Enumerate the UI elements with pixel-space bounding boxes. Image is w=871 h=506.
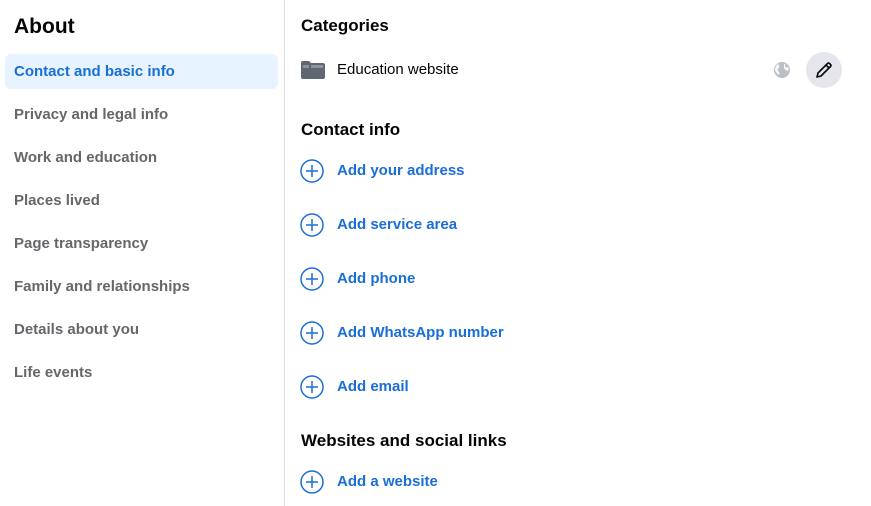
- plus-circle-icon: [300, 213, 324, 237]
- contact-info-heading: Contact info: [301, 120, 401, 139]
- about-content: Categories Education website Contact inf…: [286, 0, 871, 506]
- edit-category-button[interactable]: [806, 52, 842, 88]
- add-address-label: Add your address: [337, 162, 465, 179]
- sidebar-nav: Contact and basic info Privacy and legal…: [5, 54, 278, 398]
- add-service-area-label: Add service area: [337, 216, 458, 233]
- sidebar-item-page-transparency[interactable]: Page transparency: [5, 226, 278, 261]
- plus-circle-icon: [300, 159, 324, 183]
- sidebar-item-contact-and-basic-info[interactable]: Contact and basic info: [5, 54, 278, 89]
- add-email-label: Add email: [337, 378, 409, 395]
- add-whatsapp-label: Add WhatsApp number: [337, 324, 504, 341]
- plus-circle-icon: [300, 267, 324, 291]
- sidebar-item-work-and-education[interactable]: Work and education: [5, 140, 278, 175]
- sidebar-item-family-and-relationships[interactable]: Family and relationships: [5, 269, 278, 304]
- folder-icon: [301, 61, 325, 79]
- plus-circle-icon: [300, 375, 324, 399]
- category-label: Education website: [337, 61, 459, 78]
- sidebar-item-life-events[interactable]: Life events: [5, 355, 278, 390]
- add-website-label: Add a website: [337, 473, 438, 490]
- plus-circle-icon: [300, 321, 324, 345]
- sidebar-item-details-about-you[interactable]: Details about you: [5, 312, 278, 347]
- add-phone-label: Add phone: [337, 270, 416, 287]
- plus-circle-icon: [300, 470, 324, 494]
- about-page: About Contact and basic info Privacy and…: [0, 0, 871, 506]
- sidebar-item-places-lived[interactable]: Places lived: [5, 183, 278, 218]
- about-sidebar: About Contact and basic info Privacy and…: [0, 0, 285, 506]
- pencil-icon: [816, 62, 832, 78]
- websites-heading: Websites and social links: [301, 431, 507, 450]
- sidebar-item-privacy-and-legal-info[interactable]: Privacy and legal info: [5, 97, 278, 132]
- category-row: Education website: [301, 52, 842, 88]
- categories-heading: Categories: [301, 16, 389, 35]
- sidebar-title: About: [14, 15, 75, 38]
- globe-icon[interactable]: [773, 61, 791, 79]
